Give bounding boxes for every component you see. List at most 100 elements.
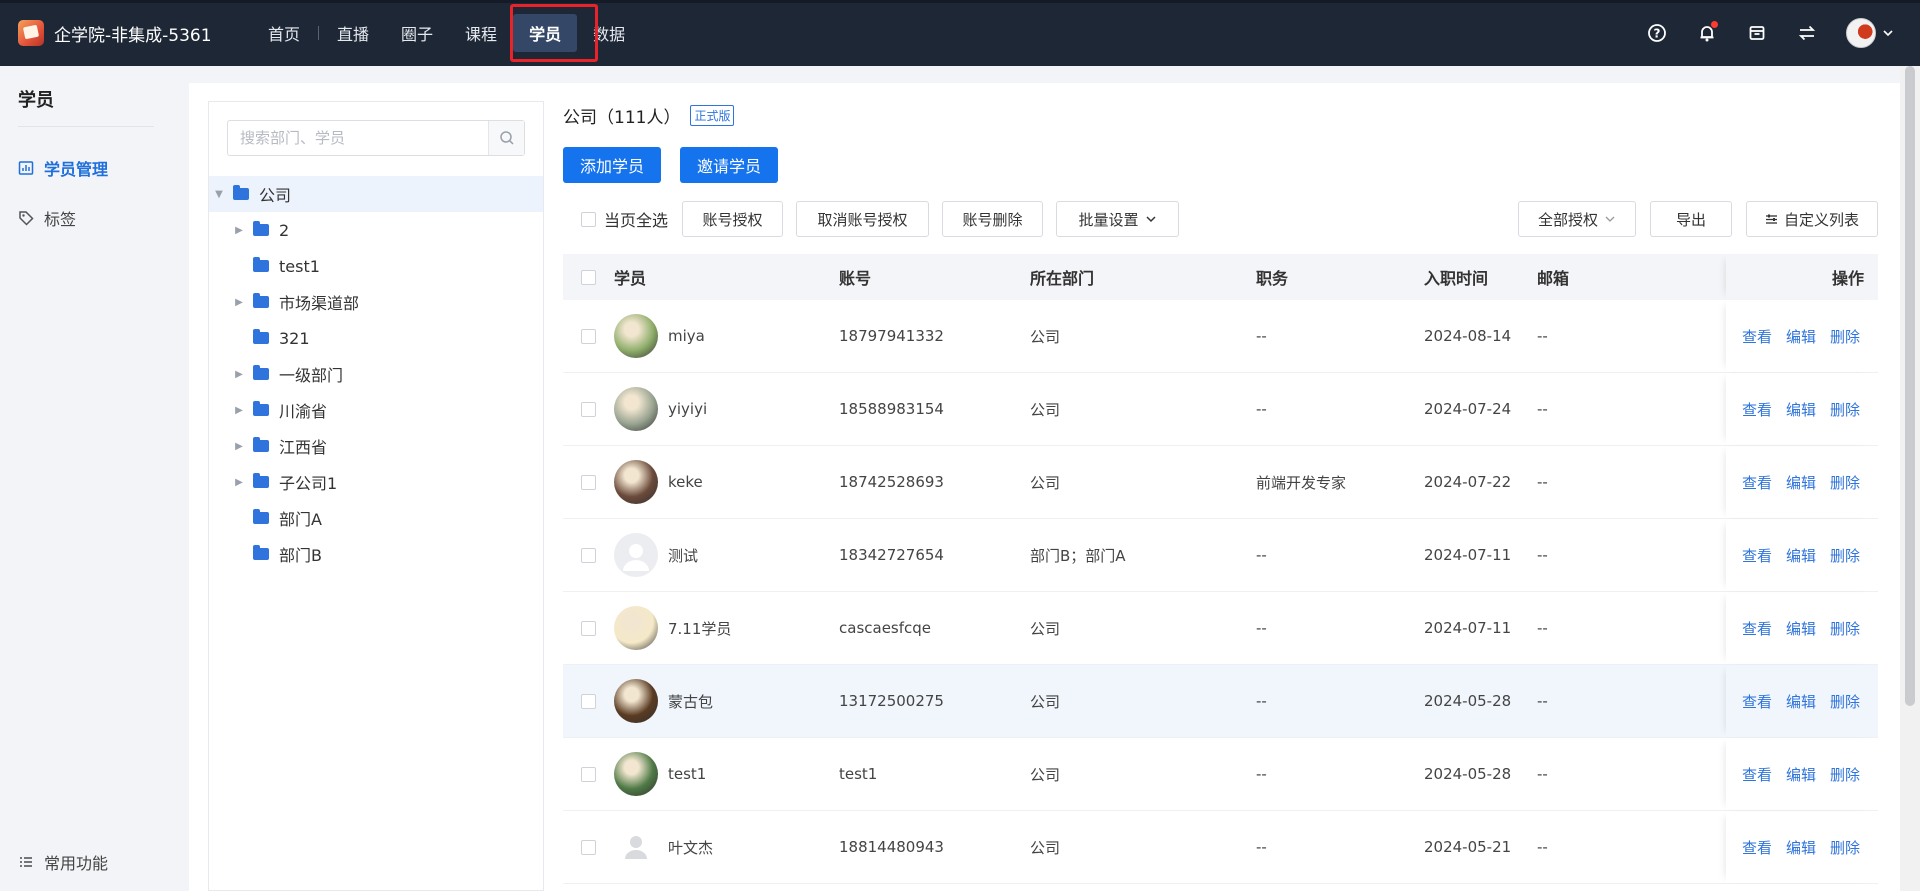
nav-item-circle[interactable]: 圈子: [385, 14, 449, 52]
delete-link[interactable]: 删除: [1830, 545, 1860, 566]
header-checkbox[interactable]: [581, 269, 596, 285]
row-checkbox[interactable]: [581, 620, 596, 636]
delete-link[interactable]: 删除: [1830, 691, 1860, 712]
nav-item-live[interactable]: 直播: [321, 14, 385, 52]
edit-link[interactable]: 编辑: [1786, 837, 1816, 858]
edit-link[interactable]: 编辑: [1786, 618, 1816, 639]
view-link[interactable]: 查看: [1742, 691, 1772, 712]
edit-link[interactable]: 编辑: [1786, 326, 1816, 347]
search-button[interactable]: [488, 121, 524, 155]
help-icon[interactable]: ?: [1646, 22, 1668, 44]
export-button[interactable]: 导出: [1650, 201, 1732, 237]
delete-link[interactable]: 删除: [1830, 472, 1860, 493]
common-functions[interactable]: 常用功能: [18, 850, 108, 874]
invite-student-button[interactable]: 邀请学员: [680, 147, 779, 183]
view-link[interactable]: 查看: [1742, 399, 1772, 420]
table-row[interactable]: 叶文杰 18814480943 公司 -- 2024-05-21 -- 查看 编…: [563, 811, 1878, 884]
table-row[interactable]: 测试 18342727654 部门B；部门A -- 2024-07-11 -- …: [563, 519, 1878, 592]
table-row[interactable]: miya 18797941332 公司 -- 2024-08-14 -- 查看 …: [563, 300, 1878, 373]
tree-node-first-level[interactable]: ▶ 一级部门: [209, 356, 543, 392]
edit-link[interactable]: 编辑: [1786, 691, 1816, 712]
tree-search-input[interactable]: [228, 121, 488, 155]
brand-name: 企学院-非集成-5361: [54, 25, 212, 46]
caret-right-icon[interactable]: ▶: [233, 404, 245, 416]
tree-node-label: 321: [279, 328, 310, 348]
join-date-cell: 2024-05-28: [1424, 765, 1512, 783]
table-row[interactable]: yiyiyi 18588983154 公司 -- 2024-07-24 -- 查…: [563, 373, 1878, 446]
table-row[interactable]: keke 18742528693 公司 前端开发专家 2024-07-22 --…: [563, 446, 1878, 519]
caret-down-icon[interactable]: ▼: [213, 188, 225, 200]
delete-link[interactable]: 删除: [1830, 618, 1860, 639]
tree-node-jiangxi[interactable]: ▶ 江西省: [209, 428, 543, 464]
row-checkbox[interactable]: [581, 474, 596, 490]
student-name: keke: [668, 473, 703, 491]
tree-node-test1[interactable]: test1: [209, 248, 543, 284]
tree-node-chuanyu[interactable]: ▶ 川渝省: [209, 392, 543, 428]
tree-node-dept-a[interactable]: 部门A: [209, 500, 543, 536]
scrollbar-thumb[interactable]: [1905, 66, 1915, 706]
delete-link[interactable]: 删除: [1830, 399, 1860, 420]
switch-icon[interactable]: [1796, 22, 1818, 44]
tree-node-321[interactable]: 321: [209, 320, 543, 356]
view-link[interactable]: 查看: [1742, 472, 1772, 493]
student-avatar: [614, 679, 658, 723]
nav-item-course[interactable]: 课程: [449, 14, 513, 52]
add-student-button[interactable]: 添加学员: [563, 147, 662, 183]
delete-account-button[interactable]: 账号删除: [942, 201, 1043, 237]
view-link[interactable]: 查看: [1742, 545, 1772, 566]
department-cell: 公司: [1030, 692, 1061, 711]
all-authorization-select[interactable]: 全部授权: [1518, 201, 1636, 237]
batch-settings-dropdown[interactable]: 批量设置: [1056, 201, 1179, 237]
cancel-authorize-button[interactable]: 取消账号授权: [796, 201, 929, 237]
edit-link[interactable]: 编辑: [1786, 764, 1816, 785]
view-link[interactable]: 查看: [1742, 326, 1772, 347]
tree-node-market-channel[interactable]: ▶ 市场渠道部: [209, 284, 543, 320]
row-checkbox[interactable]: [581, 693, 596, 709]
user-menu[interactable]: [1846, 18, 1894, 48]
student-cell: yiyiyi: [614, 387, 707, 431]
tree-node-2[interactable]: ▶ 2: [209, 212, 543, 248]
custom-columns-button[interactable]: 自定义列表: [1746, 201, 1878, 237]
view-link[interactable]: 查看: [1742, 764, 1772, 785]
row-checkbox[interactable]: [581, 547, 596, 563]
caret-right-icon[interactable]: ▶: [233, 476, 245, 488]
delete-link[interactable]: 删除: [1830, 764, 1860, 785]
student-avatar: [614, 387, 658, 431]
select-all-checkbox[interactable]: [581, 211, 596, 227]
notification-bell-icon[interactable]: [1696, 21, 1718, 44]
table-row[interactable]: 蒙古包 13172500275 公司 -- 2024-05-28 -- 查看 编…: [563, 665, 1878, 738]
tree-node-root[interactable]: ▼ 公司: [209, 176, 543, 212]
table-row[interactable]: test1 test1 公司 -- 2024-05-28 -- 查看 编辑 删除: [563, 738, 1878, 811]
student-name: 蒙古包: [668, 692, 714, 711]
view-link[interactable]: 查看: [1742, 618, 1772, 639]
tree-node-label: 2: [279, 220, 290, 240]
nav-item-home[interactable]: 首页: [252, 14, 316, 52]
edit-link[interactable]: 编辑: [1786, 545, 1816, 566]
delete-link[interactable]: 删除: [1830, 326, 1860, 347]
column-header-actions: 操作: [1831, 269, 1864, 288]
delete-link[interactable]: 删除: [1830, 837, 1860, 858]
store-icon[interactable]: [1746, 22, 1768, 44]
row-checkbox[interactable]: [581, 839, 596, 855]
brand[interactable]: 企学院-非集成-5361: [18, 20, 230, 46]
authorize-account-button[interactable]: 账号授权: [682, 201, 783, 237]
select-all-on-page[interactable]: 当页全选: [581, 201, 668, 237]
tree-node-dept-b[interactable]: 部门B: [209, 536, 543, 572]
sidebar-item-student-management[interactable]: 学员管理: [18, 156, 108, 180]
caret-right-icon[interactable]: ▶: [233, 224, 245, 236]
department-cell: 公司: [1030, 619, 1061, 638]
table-row[interactable]: 7.11学员 cascaesfcqe 公司 -- 2024-07-11 -- 查…: [563, 592, 1878, 665]
caret-right-icon[interactable]: ▶: [233, 440, 245, 452]
edit-link[interactable]: 编辑: [1786, 399, 1816, 420]
page-scrollbar[interactable]: [1900, 66, 1920, 891]
view-link[interactable]: 查看: [1742, 837, 1772, 858]
row-checkbox[interactable]: [581, 401, 596, 417]
caret-right-icon[interactable]: ▶: [233, 368, 245, 380]
student-name: 测试: [668, 546, 699, 565]
caret-right-icon[interactable]: ▶: [233, 296, 245, 308]
sidebar-item-tags[interactable]: 标签: [18, 206, 76, 230]
tree-node-subsidiary[interactable]: ▶ 子公司1: [209, 464, 543, 500]
row-checkbox[interactable]: [581, 328, 596, 344]
edit-link[interactable]: 编辑: [1786, 472, 1816, 493]
row-checkbox[interactable]: [581, 766, 596, 782]
